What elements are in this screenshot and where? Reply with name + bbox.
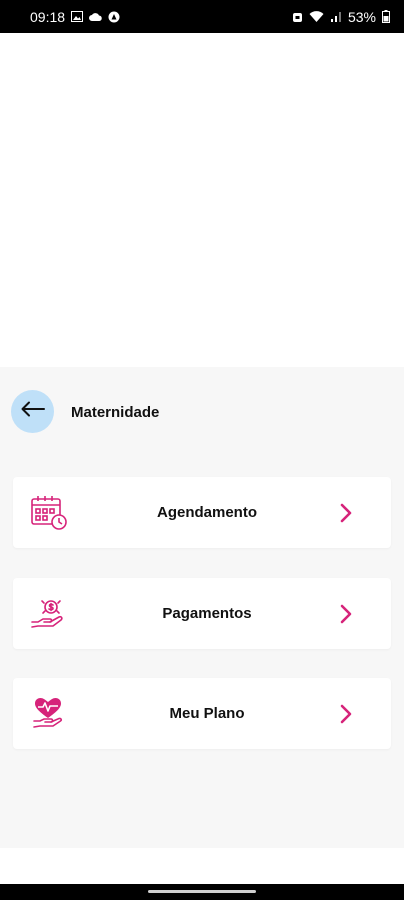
menu-item-pagamentos[interactable]: Pagamentos [13, 578, 391, 649]
cloud-icon [89, 12, 102, 21]
bottom-area [0, 848, 404, 884]
home-gesture-handle[interactable] [148, 890, 256, 893]
navigation-bar [0, 884, 404, 900]
battery-level: 53% [347, 8, 376, 25]
blank-area [0, 33, 404, 367]
chevron-right-icon [339, 604, 353, 624]
status-left: 09:18 [30, 9, 120, 25]
sheet-header: Maternidade [0, 367, 404, 457]
battery-icon [382, 10, 390, 23]
menu-item-label: Agendamento [156, 504, 257, 521]
menu-item-label: Pagamentos [162, 605, 252, 622]
hand-heart-icon [29, 694, 69, 734]
page-title: Maternidade [71, 404, 160, 421]
signal-icon [330, 11, 342, 23]
arrow-left-icon [21, 401, 45, 422]
app-notification-icon [108, 11, 120, 23]
back-button[interactable] [11, 390, 54, 433]
wifi-icon [309, 10, 324, 23]
menu-item-agendamento[interactable]: Agendamento [13, 477, 391, 548]
calendar-clock-icon [29, 493, 69, 533]
chevron-right-icon [339, 503, 353, 523]
chevron-right-icon [339, 704, 353, 724]
hand-money-icon [29, 594, 69, 634]
status-time: 09:18 [30, 8, 66, 25]
menu-item-meu-plano[interactable]: Meu Plano [13, 678, 391, 749]
maternity-sheet: Maternidade Agendamento Pagamentos Meu P… [0, 367, 404, 848]
status-right: 53% [292, 9, 390, 25]
image-icon [71, 11, 84, 22]
status-bar: 09:18 53% [0, 0, 404, 33]
menu-item-label: Meu Plano [169, 705, 245, 722]
alarm-icon [292, 11, 303, 23]
